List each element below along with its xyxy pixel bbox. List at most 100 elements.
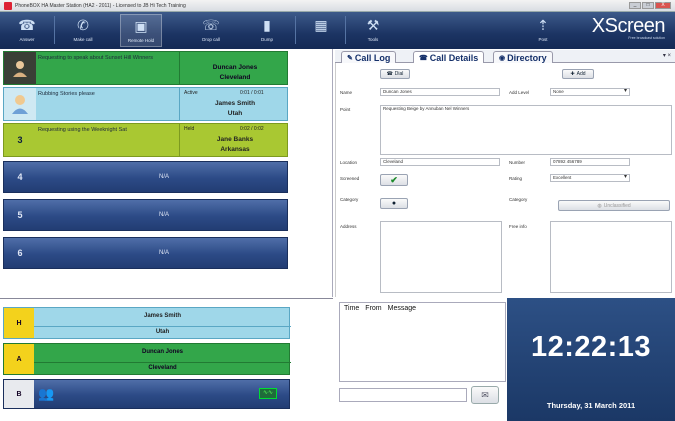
grid-button[interactable]: ▦ <box>300 14 342 47</box>
send-icon: ✉ <box>481 389 489 400</box>
tools-icon: ⚒ <box>366 17 380 33</box>
line-2-name: James Smith <box>214 100 256 107</box>
screened-toggle[interactable]: ✔ <box>380 174 408 186</box>
hold-slot-b[interactable]: B 👥 ∿∿ <box>3 379 290 409</box>
call-log-icon: ✎ <box>347 54 353 62</box>
call-line-4[interactable]: 4 N/A <box>3 161 288 193</box>
drop-call-label: Drop call <box>202 37 220 42</box>
pin-close-icon[interactable]: ▾ × <box>663 52 671 59</box>
toolbar-divider <box>295 16 296 44</box>
add-level-label: Add Level <box>509 90 530 95</box>
category-label-2: Category <box>509 197 528 202</box>
grid-icon: ▦ <box>314 17 328 33</box>
signal-icon: ∿∿ <box>259 388 277 399</box>
free-info-label: Free info <box>509 224 527 229</box>
clock-date: Thursday, 31 March 2011 <box>546 401 636 410</box>
add-label: Add <box>576 71 586 77</box>
address-label: Address <box>340 224 357 229</box>
hold-slot-h-tag: H <box>4 308 34 338</box>
clock-time: 12:22:13 <box>530 331 652 363</box>
drop-call-icon: ☏ <box>202 17 220 33</box>
answer-icon: ☎ <box>18 17 36 33</box>
line-3-number: 3 <box>4 124 36 156</box>
dump-button[interactable]: ▮ Dump <box>246 14 288 47</box>
category-icon: ● <box>391 200 397 207</box>
checkmark-icon: ✔ <box>390 174 398 185</box>
rating-label: Rating <box>509 176 523 181</box>
hold-slot-a-tag: A <box>4 344 34 374</box>
call-line-5[interactable]: 5 N/A <box>3 199 288 231</box>
caller-avatar <box>4 88 36 120</box>
drop-call-button[interactable]: ☏ Drop call <box>190 14 232 47</box>
dial-button[interactable]: ☎ Dial <box>380 69 410 79</box>
col-time: Time <box>344 305 360 312</box>
call-line-3[interactable]: 3 Requesting using the Weeknight Sat Hel… <box>3 123 288 157</box>
message-input[interactable] <box>339 388 467 402</box>
tab-call-log[interactable]: ✎ Call Log <box>341 51 397 63</box>
tab-directory[interactable]: ◉ Directory <box>493 51 553 63</box>
line-3-message: Requesting using the Weeknight Sat <box>38 127 127 133</box>
hold-slot-h[interactable]: H James Smith Utah <box>3 307 291 339</box>
hold-slot-h-name: James Smith <box>143 313 182 319</box>
close-button[interactable]: X <box>655 2 671 9</box>
make-call-label: Make call <box>73 37 93 42</box>
name-label: Name <box>340 90 353 95</box>
point-field[interactable]: Requesting Beige by Annuban Nel Winners <box>380 105 672 155</box>
messages-panel: Time From Message <box>339 302 506 382</box>
remote-hold-button[interactable]: ▣ Remote Hold <box>120 14 162 47</box>
post-label: Post <box>538 37 548 42</box>
line-1-name: Duncan Jones <box>212 64 258 71</box>
category-button[interactable]: ● <box>380 198 408 209</box>
dump-icon: ▮ <box>263 17 271 33</box>
add-icon: ✚ <box>570 71 575 77</box>
hold-slot-b-tag: B <box>4 380 34 408</box>
name-field[interactable]: Duncan Jones <box>380 88 500 96</box>
tools-button[interactable]: ⚒ Tools <box>352 14 394 47</box>
call-line-6[interactable]: 6 N/A <box>3 237 288 269</box>
line-2-caller-info: Active 0:01 / 0:01 James Smith Utah <box>179 88 289 120</box>
line-1-message: Requesting to speak about Sunset Hill Wi… <box>38 55 153 61</box>
line-1-caller-info: Duncan Jones Cleveland <box>179 52 289 84</box>
title-bar: PhoneBOX HA Master Station (HA2 - 2011) … <box>0 0 675 12</box>
col-message: Message <box>387 305 417 312</box>
user-icon <box>13 61 27 77</box>
hold-slots-panel: H James Smith Utah A Duncan Jones Clevel… <box>0 298 333 421</box>
free-info-field[interactable] <box>550 221 672 293</box>
hold-slot-a-name: Duncan Jones <box>141 349 183 355</box>
make-call-button[interactable]: ✆ Make call <box>62 14 104 47</box>
unclassified-button[interactable]: ◍ Unclassified <box>558 200 670 211</box>
call-details-icon: ☎ <box>419 55 428 62</box>
number-field[interactable]: 07892 456789 <box>550 158 630 166</box>
line-2-location: Utah <box>227 110 243 117</box>
minimize-button[interactable]: _ <box>629 2 641 9</box>
messages-header: Time From Message <box>344 305 416 312</box>
maximize-button[interactable]: □ <box>642 2 654 9</box>
call-line-1[interactable]: Requesting to speak about Sunset Hill Wi… <box>3 51 288 85</box>
tab-call-details-label: Call Details <box>429 53 479 63</box>
line-4-status: N/A <box>158 174 169 180</box>
window-title: PhoneBOX HA Master Station (HA2 - 2011) … <box>15 2 186 9</box>
post-button[interactable]: ⇡ Post <box>522 14 564 47</box>
location-field[interactable]: Cleveland <box>380 158 500 166</box>
app-icon <box>4 1 12 10</box>
dump-label: Dump <box>260 37 273 42</box>
rating-select[interactable]: Excellent <box>550 174 630 182</box>
call-line-2[interactable]: Rubbing Stories please Active 0:01 / 0:0… <box>3 87 288 121</box>
line-2-message: Rubbing Stories please <box>38 91 95 97</box>
add-button[interactable]: ✚ Add <box>562 69 594 79</box>
window-controls: _ □ X <box>629 2 671 9</box>
answer-button[interactable]: ☎ Answer <box>6 14 48 47</box>
send-message-button[interactable]: ✉ <box>471 386 499 404</box>
post-icon: ⇡ <box>537 17 549 33</box>
tab-bar: ✎ Call Log ☎ Call Details ◉ Directory ▾ … <box>335 50 675 64</box>
address-field[interactable] <box>380 221 502 293</box>
call-details-panel: ☎ Dial ✚ Add Name Duncan Jones Add Level… <box>335 63 675 297</box>
line-5-status: N/A <box>158 212 169 218</box>
line-4-number: 4 <box>17 172 23 182</box>
add-level-select[interactable]: None <box>550 88 630 96</box>
hold-slot-a[interactable]: A Duncan Jones Cleveland <box>3 343 291 375</box>
category-select-icon: ◍ <box>597 202 602 209</box>
category-label: Category <box>340 197 359 202</box>
directory-icon: ◉ <box>499 54 506 62</box>
tab-directory-label: Directory <box>507 52 547 63</box>
